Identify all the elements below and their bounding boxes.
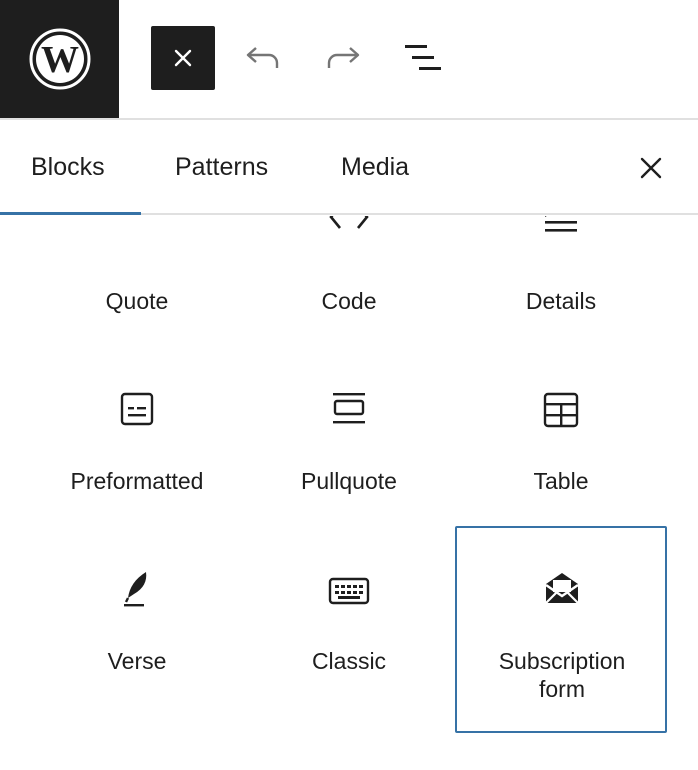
svg-text:W: W (41, 39, 79, 81)
block-label: Pullquote (301, 468, 397, 494)
block-verse[interactable]: Verse (32, 526, 242, 732)
block-pullquote[interactable]: Pullquote (244, 310, 454, 516)
tab-blocks[interactable]: Blocks (31, 120, 105, 215)
block-grid: Quote Code Details Preformatted Pullquot… (0, 216, 698, 770)
tab-media[interactable]: Media (341, 120, 409, 215)
block-label-line: form (539, 676, 585, 702)
list-view-icon (405, 45, 441, 70)
details-icon (545, 216, 577, 232)
wordpress-logo-icon: W (29, 28, 90, 90)
block-label: Table (533, 468, 589, 494)
block-preformatted[interactable]: Preformatted (32, 310, 242, 516)
block-label: Classic (311, 648, 387, 674)
redo-icon (327, 47, 360, 68)
preformatted-icon (120, 392, 154, 426)
block-subscription-form[interactable]: Subscription form (455, 526, 667, 733)
table-icon (543, 392, 579, 428)
tab-label: Media (341, 153, 410, 181)
document-overview-button[interactable] (391, 26, 455, 90)
verse-icon (124, 572, 147, 607)
undo-icon (246, 47, 279, 68)
tab-label: Patterns (175, 153, 269, 181)
block-table[interactable]: Table (456, 310, 666, 516)
tab-patterns[interactable]: Patterns (175, 120, 268, 215)
block-label: Preformatted (70, 468, 204, 494)
block-label: Verse (107, 648, 167, 674)
envelope-icon (545, 573, 579, 604)
block-label-line: Subscription (498, 648, 626, 674)
tab-label: Blocks (31, 153, 105, 181)
pullquote-icon (333, 393, 365, 424)
keyboard-icon (328, 577, 370, 605)
close-icon (174, 49, 192, 67)
block-label: Subscription form (457, 647, 667, 703)
redo-button[interactable] (311, 26, 375, 90)
inserter-tabs: Blocks Patterns Media (0, 120, 698, 215)
code-icon (329, 216, 369, 229)
close-icon (640, 157, 662, 178)
undo-button[interactable] (231, 26, 295, 90)
wordpress-logo-button[interactable]: W (0, 0, 119, 118)
close-panel-button[interactable] (622, 120, 680, 215)
close-inserter-button[interactable] (151, 26, 215, 90)
editor-toolbar: W (0, 0, 698, 120)
active-tab-indicator (0, 212, 141, 215)
block-classic[interactable]: Classic (244, 526, 454, 732)
